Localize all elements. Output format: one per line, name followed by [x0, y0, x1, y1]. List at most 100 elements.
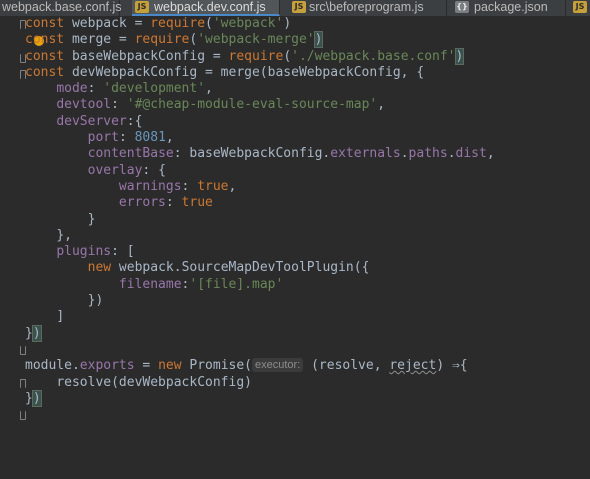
- token: :: [165, 195, 182, 211]
- token: :: [173, 146, 190, 162]
- token: : {: [142, 162, 166, 178]
- code-line-24: }): [25, 389, 495, 407]
- token: =: [134, 358, 159, 374]
- token: const: [25, 48, 65, 64]
- tab-label: webpack.base.conf.js: [2, 0, 122, 14]
- token: SourceMapDevToolPlugin: [181, 260, 354, 276]
- code-line-10: overlay: {: [25, 163, 495, 179]
- code-line-9: contentBase: baseWebpackConfig.externals…: [25, 146, 495, 162]
- tab-webpack-base-conf[interactable]: webpack.base.conf.js: [0, 0, 122, 16]
- parameter-hint: executor:: [252, 358, 304, 373]
- token: ]: [56, 309, 65, 325]
- token: const: [25, 16, 65, 31]
- code-line-8: port: 8081,: [25, 130, 495, 146]
- token: new: [158, 358, 182, 374]
- tab-webpack-dev-conf[interactable]: JS webpack.dev.conf.js: [132, 0, 280, 16]
- js-file-icon: JS: [135, 1, 149, 13]
- code-line-18: }): [25, 293, 495, 309]
- code-line-16: new webpack.SourceMapDevToolPlugin({: [25, 260, 495, 276]
- token: :: [118, 130, 135, 146]
- token: devWebpackConfig = merge(baseWebpackConf…: [64, 64, 425, 80]
- token: webpack =: [64, 16, 151, 31]
- token: (: [283, 48, 292, 64]
- token: ,: [377, 97, 386, 113]
- token: require: [134, 32, 190, 48]
- code-editor[interactable]: const webpack = require('webpack') const…: [25, 16, 495, 407]
- token: }: [87, 211, 96, 227]
- code-line-23: resolve(devWebpackConfig): [25, 375, 495, 391]
- token: ,: [165, 130, 174, 146]
- token: './webpack.base.conf': [291, 48, 456, 64]
- token: :: [87, 81, 104, 97]
- token: : [: [111, 244, 135, 260]
- code-line-3: const baseWebpackConfig = require('./web…: [25, 47, 495, 65]
- token: baseWebpackConfig.: [189, 146, 331, 162]
- token: (: [205, 16, 213, 31]
- token: Promise(: [181, 358, 253, 374]
- token: true: [181, 195, 213, 211]
- token: reject: [389, 358, 437, 374]
- token: 'webpack': [212, 16, 284, 31]
- token: devServer: [56, 113, 127, 129]
- code-line-20: }): [25, 324, 495, 342]
- token: ): [454, 47, 465, 65]
- token: :{: [126, 113, 143, 129]
- token: ({: [353, 260, 370, 276]
- token: ): [31, 324, 42, 342]
- token: (resolve,: [303, 358, 390, 374]
- token: :: [181, 178, 198, 194]
- token: devtool: [56, 97, 112, 113]
- code-line-5: mode: 'development',: [25, 81, 495, 97]
- token: 8081: [134, 130, 166, 146]
- token: require: [150, 16, 206, 31]
- code-line-13: }: [25, 212, 495, 228]
- token: module.: [25, 358, 80, 374]
- token: baseWebpackConfig =: [64, 48, 229, 64]
- token: ,: [205, 81, 213, 97]
- code-line-4: const devWebpackConfig = merge(baseWebpa…: [25, 65, 495, 81]
- code-line-11: warnings: true,: [25, 179, 495, 195]
- token: ) ⇒{: [436, 358, 468, 374]
- token: plugins: [56, 244, 112, 260]
- token: warnings: [118, 178, 182, 194]
- js-file-icon: JS: [292, 1, 306, 13]
- tab-overflow[interactable]: JS: [570, 0, 590, 16]
- token: const: [25, 32, 65, 48]
- tab-package-json[interactable]: {} package.json: [452, 0, 566, 16]
- token: .: [400, 146, 409, 162]
- token: overlay: [87, 162, 143, 178]
- token: exports: [79, 358, 135, 374]
- token: ,: [228, 178, 237, 194]
- tab-label: webpack.dev.conf.js: [154, 0, 266, 14]
- fold-close-icon[interactable]: [20, 411, 26, 420]
- tab-label: package.json: [474, 0, 548, 14]
- js-file-icon: JS: [573, 1, 587, 13]
- json-file-icon: {}: [455, 1, 469, 13]
- token: :: [111, 97, 127, 113]
- token: externals: [330, 146, 401, 162]
- token: merge =: [64, 32, 135, 48]
- token: contentBase: [87, 146, 174, 162]
- editor-tab-bar: webpack.base.conf.js JS webpack.dev.conf…: [0, 0, 590, 16]
- code-line-7: devServer:{: [25, 114, 495, 130]
- code-line-2: const merge = require('webpack-merge'): [25, 31, 495, 49]
- code-line-12: errors: true: [25, 195, 495, 211]
- token: const: [25, 64, 65, 80]
- tab-src-beforeprogram[interactable]: JS src\beforeprogram.js: [289, 0, 447, 16]
- token: mode: [56, 81, 88, 97]
- token: require: [228, 48, 284, 64]
- token: '[file].map': [189, 276, 284, 292]
- code-line-1: const webpack = require('webpack'): [25, 16, 495, 32]
- token: ): [31, 389, 42, 407]
- token: errors: [118, 195, 166, 211]
- token: ,: [486, 146, 495, 162]
- token: '#@cheap-module-eval-source-map': [126, 97, 378, 113]
- token: ): [283, 16, 292, 31]
- code-line-15: plugins: [: [25, 244, 495, 260]
- code-line-19: ]: [25, 309, 495, 325]
- token: ): [313, 31, 324, 49]
- token: 'development': [103, 81, 206, 97]
- token: .: [447, 146, 456, 162]
- token: filename: [118, 276, 182, 292]
- tab-label: src\beforeprogram.js: [309, 0, 424, 14]
